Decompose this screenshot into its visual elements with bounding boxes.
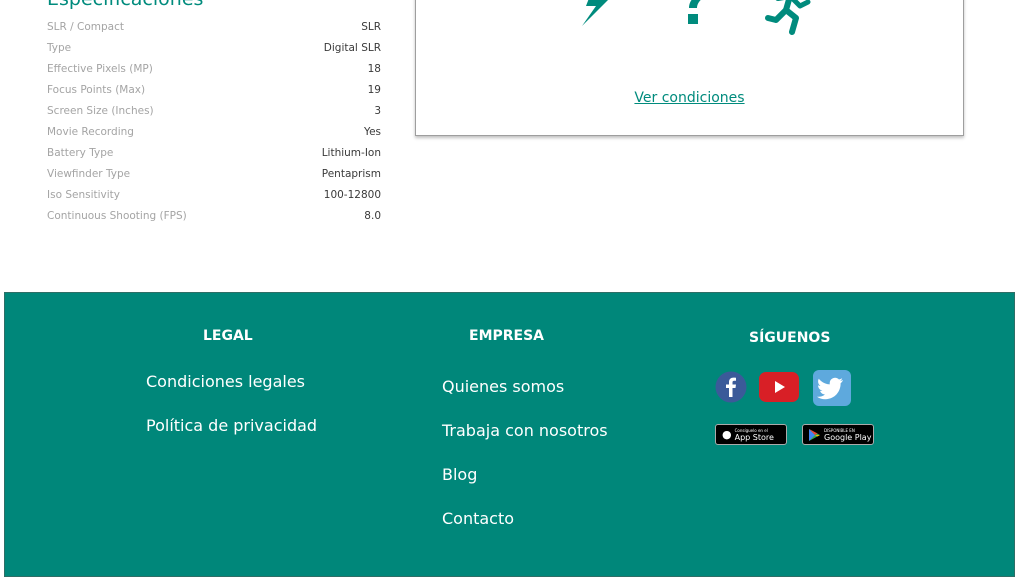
spec-row: Effective Pixels (MP) 18 bbox=[47, 58, 381, 79]
spec-label: Focus Points (Max) bbox=[47, 83, 146, 96]
google-play-label: Google Play bbox=[824, 432, 872, 442]
app-store-badge[interactable]: ● Consíguelo en el App Store bbox=[715, 424, 787, 445]
spec-label: Effective Pixels (MP) bbox=[47, 62, 153, 75]
specs-table: SLR / Compact SLR Type Digital SLR Effec… bbox=[47, 16, 381, 226]
spec-row: Screen Size (Inches) 3 bbox=[47, 100, 381, 121]
empresa-heading: EMPRESA bbox=[469, 328, 545, 344]
spec-value: 19 bbox=[367, 83, 381, 96]
quienes-somos-link[interactable]: Quienes somos bbox=[442, 377, 564, 396]
spec-row: Movie Recording Yes bbox=[47, 121, 381, 142]
site-footer: LEGAL Condiciones legales Política de pr… bbox=[4, 292, 1015, 577]
siguenos-heading: SÍGUENOS bbox=[749, 330, 831, 346]
running-person-icon bbox=[765, 0, 811, 35]
spec-value: SLR bbox=[361, 20, 381, 33]
apple-icon: ● bbox=[722, 428, 732, 441]
spec-value: Digital SLR bbox=[323, 41, 381, 54]
spec-label: Continuous Shooting (FPS) bbox=[47, 209, 187, 222]
spec-value: 8.0 bbox=[364, 209, 381, 222]
condiciones-legales-link[interactable]: Condiciones legales bbox=[146, 372, 305, 391]
spec-value: Pentaprism bbox=[321, 167, 381, 180]
spec-label: Viewfinder Type bbox=[47, 167, 131, 180]
twitter-icon[interactable] bbox=[813, 370, 851, 406]
trabaja-con-nosotros-link[interactable]: Trabaja con nosotros bbox=[442, 421, 608, 440]
spec-row: Focus Points (Max) 19 bbox=[47, 79, 381, 100]
spec-value: Yes bbox=[364, 125, 381, 138]
spec-value: 100-12800 bbox=[323, 188, 381, 201]
contacto-link[interactable]: Contacto bbox=[442, 509, 514, 528]
ver-condiciones-link[interactable]: Ver condiciones bbox=[416, 90, 963, 106]
legal-heading: LEGAL bbox=[203, 328, 253, 344]
spec-row: Battery Type Lithium-Ion bbox=[47, 142, 381, 163]
question-icon bbox=[688, 0, 701, 24]
spec-label: Battery Type bbox=[47, 146, 114, 159]
spec-label: Iso Sensitivity bbox=[47, 188, 120, 201]
lightning-icon bbox=[582, 0, 608, 26]
google-play-icon bbox=[809, 428, 820, 441]
spec-label: Movie Recording bbox=[47, 125, 134, 138]
youtube-icon[interactable] bbox=[759, 372, 799, 402]
spec-row: Viewfinder Type Pentaprism bbox=[47, 163, 381, 184]
facebook-icon[interactable] bbox=[715, 371, 747, 403]
spec-row: Type Digital SLR bbox=[47, 37, 381, 58]
spec-label: SLR / Compact bbox=[47, 20, 124, 33]
promo-box: Ver condiciones bbox=[415, 0, 964, 136]
spec-value: 18 bbox=[367, 62, 381, 75]
spec-value: 3 bbox=[374, 104, 381, 117]
google-play-badge[interactable]: DISPONIBLE EN Google Play bbox=[802, 424, 874, 445]
spec-value: Lithium-Ion bbox=[321, 146, 381, 159]
politica-privacidad-link[interactable]: Política de privacidad bbox=[146, 416, 317, 435]
spec-row: Iso Sensitivity 100-12800 bbox=[47, 184, 381, 205]
app-store-label: App Store bbox=[734, 432, 774, 442]
specs-title: Especificaciones bbox=[47, 0, 203, 10]
blog-link[interactable]: Blog bbox=[442, 465, 477, 484]
spec-row: Continuous Shooting (FPS) 8.0 bbox=[47, 205, 381, 226]
spec-label: Type bbox=[47, 41, 72, 54]
spec-label: Screen Size (Inches) bbox=[47, 104, 154, 117]
spec-row: SLR / Compact SLR bbox=[47, 16, 381, 37]
